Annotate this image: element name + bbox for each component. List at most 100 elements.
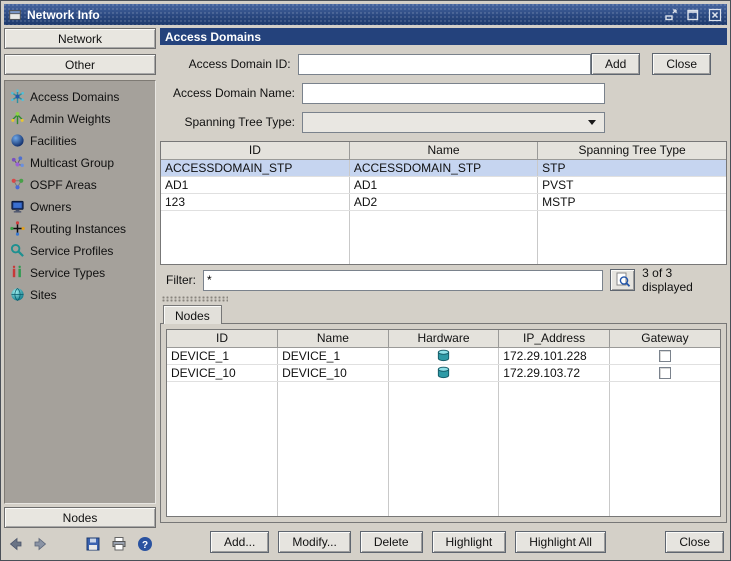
add-node-button[interactable]: Add... <box>210 531 270 553</box>
sidebar-item-ospf-areas[interactable]: OSPF Areas <box>10 177 150 192</box>
sidebar-item-access-domains[interactable]: Access Domains <box>10 89 150 104</box>
sidebar-item-routing-instances[interactable]: Routing Instances <box>10 221 150 236</box>
filter-bar: Filter: 3 of 3 displayed <box>160 265 727 295</box>
spanning-tree-type-label: Spanning Tree Type: <box>184 115 295 129</box>
admin-weights-icon <box>11 111 24 125</box>
add-button[interactable]: Add <box>590 53 641 75</box>
column-header-id[interactable]: ID <box>161 142 350 160</box>
nodes-tab-button[interactable]: Nodes <box>4 507 156 528</box>
domains-table: ID Name Spanning Tree Type ACCESSDOMAIN_… <box>161 142 726 264</box>
highlight-button[interactable]: Highlight <box>431 531 507 553</box>
main-panel: Access Domains Access Domain ID: Add Clo… <box>160 28 727 557</box>
nodes-table: ID Name Hardware IP_Address Gateway DEVI… <box>167 330 720 516</box>
section-header: Access Domains <box>160 28 727 45</box>
close-window-button[interactable]: Close <box>665 531 724 553</box>
spanning-tree-type-select[interactable] <box>302 111 605 133</box>
splitter[interactable] <box>160 295 727 303</box>
sidebar-item-list: Access Domains Admin Weights Facilities <box>4 80 156 504</box>
back-icon <box>9 537 22 551</box>
close-button[interactable] <box>706 7 723 22</box>
sidebar-item-label: Owners <box>30 199 72 214</box>
help-button[interactable]: ? <box>136 535 154 553</box>
sidebar-item-label: Service Profiles <box>30 243 114 258</box>
sidebar: Network Other Access Domains Admin Weigh… <box>4 28 156 557</box>
table-row[interactable]: 123 AD2 MSTP <box>161 193 726 211</box>
column-header-name[interactable]: Name <box>348 142 539 160</box>
sidebar-item-service-types[interactable]: Service Types <box>10 265 150 280</box>
column-header-id[interactable]: ID <box>167 330 279 348</box>
table-filler <box>167 381 720 516</box>
window-icon <box>9 9 21 20</box>
help-icon: ? <box>138 537 152 551</box>
hardware-icon <box>437 349 450 362</box>
access-domains-icon <box>11 89 24 104</box>
network-tab-button[interactable]: Network <box>4 28 156 49</box>
sidebar-item-label: Routing Instances <box>30 221 127 236</box>
window-title: Network Info <box>27 7 100 22</box>
filter-label: Filter: <box>166 273 196 287</box>
forward-icon <box>34 537 47 551</box>
column-header-gateway[interactable]: Gateway <box>608 330 720 348</box>
gateway-checkbox[interactable] <box>658 367 671 380</box>
table-row[interactable]: DEVICE_1 DEVICE_1 172.29.101.228 <box>167 347 720 365</box>
filter-input[interactable] <box>203 269 603 291</box>
access-domain-id-label: Access Domain ID: <box>188 57 291 71</box>
maximize-button[interactable] <box>684 7 701 22</box>
search-icon <box>616 272 630 287</box>
column-header-hardware[interactable]: Hardware <box>387 330 500 348</box>
gateway-checkbox[interactable] <box>658 350 671 363</box>
forward-button[interactable] <box>32 535 50 553</box>
print-button[interactable] <box>110 535 128 553</box>
delete-button[interactable]: Delete <box>359 531 423 553</box>
column-header-spanning-tree-type[interactable]: Spanning Tree Type <box>537 142 726 160</box>
table-row[interactable]: AD1 AD1 PVST <box>161 176 726 194</box>
save-icon <box>86 537 100 551</box>
sidebar-item-label: Service Types <box>30 265 106 280</box>
access-domain-id-input[interactable] <box>297 53 591 75</box>
filter-status: 3 of 3 displayed <box>642 266 693 294</box>
nodes-table-container: ID Name Hardware IP_Address Gateway DEVI… <box>166 329 721 517</box>
sidebar-item-sites[interactable]: Sites <box>10 287 150 302</box>
footer-actions: Add... Modify... Delete Highlight Highli… <box>160 523 727 557</box>
domains-table-container: ID Name Spanning Tree Type ACCESSDOMAIN_… <box>160 141 727 265</box>
sidebar-item-label: Access Domains <box>30 89 120 104</box>
table-row[interactable]: DEVICE_10 DEVICE_10 172.29.103.72 <box>167 364 720 382</box>
owners-icon <box>11 200 24 213</box>
minimize-button[interactable] <box>662 7 679 22</box>
multicast-group-icon <box>11 156 24 167</box>
maximize-icon <box>686 9 698 20</box>
highlight-all-button[interactable]: Highlight All <box>515 531 606 553</box>
splitter-grip <box>162 296 228 302</box>
chevron-down-icon <box>588 120 596 129</box>
column-header-name[interactable]: Name <box>277 330 389 348</box>
save-button[interactable] <box>84 535 102 553</box>
titlebar[interactable]: Network Info <box>4 4 727 25</box>
sidebar-toolbar: ? <box>4 531 156 557</box>
back-button[interactable] <box>6 535 24 553</box>
hardware-icon <box>437 366 450 379</box>
sidebar-item-facilities[interactable]: Facilities <box>10 133 150 148</box>
modify-button[interactable]: Modify... <box>278 531 351 553</box>
svg-text:?: ? <box>142 540 148 551</box>
sidebar-item-service-profiles[interactable]: Service Profiles <box>10 243 150 258</box>
routing-instances-icon <box>10 221 25 236</box>
sidebar-item-multicast-group[interactable]: Multicast Group <box>10 155 150 170</box>
filter-search-button[interactable] <box>610 269 636 291</box>
sidebar-item-label: Facilities <box>30 133 77 148</box>
column-header-ip-address[interactable]: IP_Address <box>498 330 610 348</box>
network-info-window: Network Info Network Other Access Domain… <box>0 0 731 561</box>
facilities-icon <box>11 134 24 147</box>
nodes-panel: ID Name Hardware IP_Address Gateway DEVI… <box>160 323 727 523</box>
other-tab-button[interactable]: Other <box>4 54 156 75</box>
table-filler <box>161 210 726 264</box>
sidebar-item-label: Multicast Group <box>30 155 115 170</box>
sidebar-item-admin-weights[interactable]: Admin Weights <box>10 111 150 126</box>
access-domain-form: Access Domain ID: Add Close Access Domai… <box>160 45 727 141</box>
sidebar-item-label: Sites <box>30 287 57 302</box>
service-types-icon <box>12 265 21 278</box>
close-form-button[interactable]: Close <box>652 53 711 75</box>
tab-nodes[interactable]: Nodes <box>163 305 222 324</box>
table-row[interactable]: ACCESSDOMAIN_STP ACCESSDOMAIN_STP STP <box>161 159 726 177</box>
sidebar-item-owners[interactable]: Owners <box>10 199 150 214</box>
access-domain-name-input[interactable] <box>302 82 605 104</box>
